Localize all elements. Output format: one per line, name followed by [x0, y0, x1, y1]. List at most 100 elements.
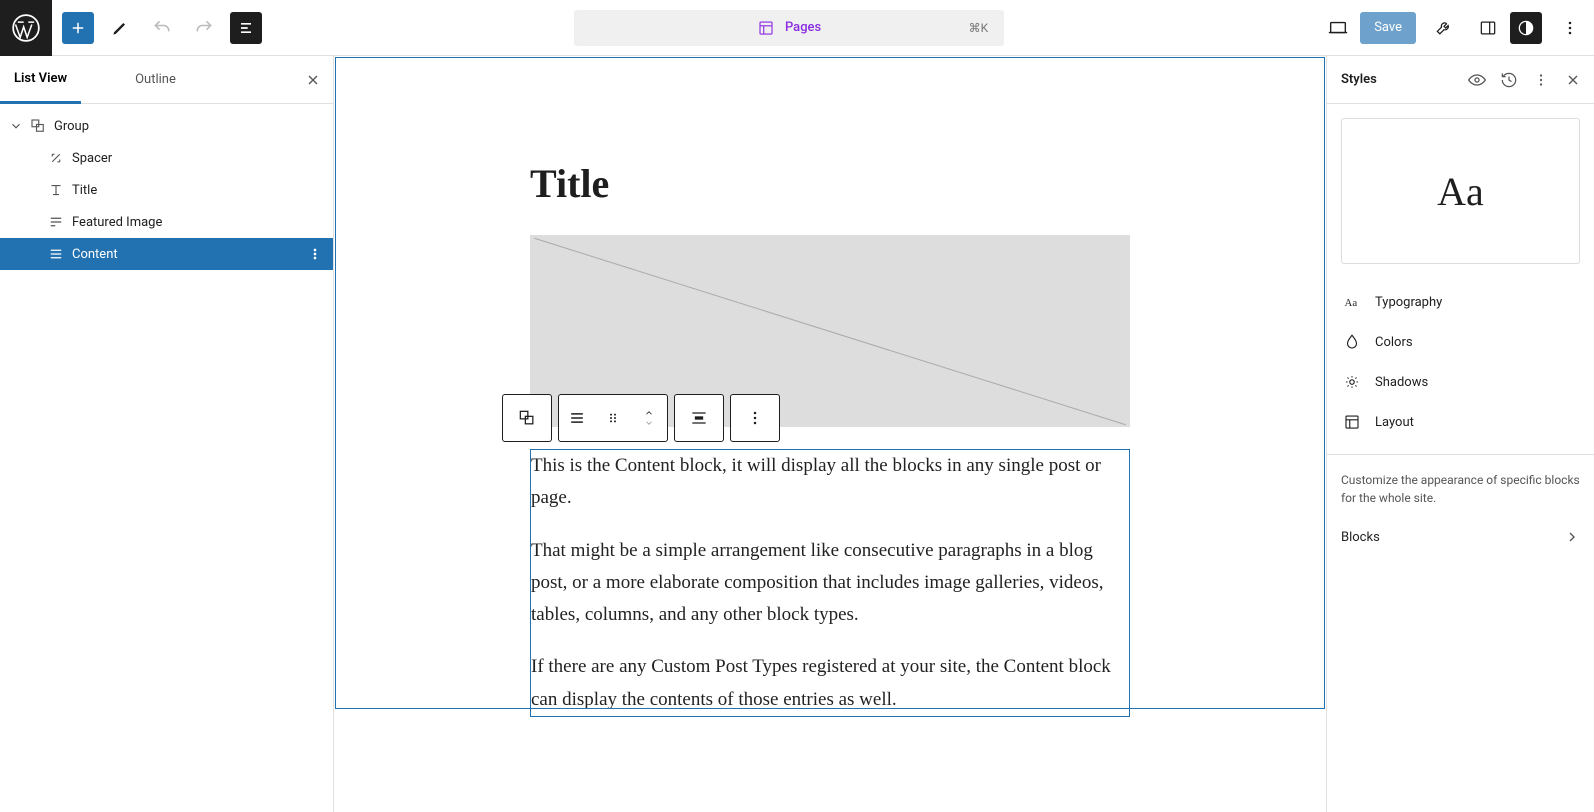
styles-title: Styles [1341, 72, 1377, 87]
content-paragraph: That might be a simple arrangement like … [531, 535, 1129, 632]
blocks-description: Customize the appearance of specific blo… [1327, 455, 1594, 515]
svg-text:Aa: Aa [1345, 297, 1358, 309]
top-toolbar: Pages ⌘K Save [0, 0, 1594, 56]
close-styles-button[interactable] [1560, 67, 1586, 93]
tree-item-title[interactable]: Title [0, 174, 333, 206]
align-icon [689, 408, 709, 428]
tree-item-group[interactable]: Group [0, 110, 333, 142]
featured-image-icon [44, 213, 68, 231]
tree-item-spacer[interactable]: Spacer [0, 142, 333, 174]
style-item-layout[interactable]: Layout [1327, 402, 1594, 442]
style-item-shadows[interactable]: Shadows [1327, 362, 1594, 402]
settings-sidebar-button[interactable] [1472, 12, 1504, 44]
close-overview-button[interactable] [301, 68, 325, 92]
options-button[interactable] [1554, 12, 1586, 44]
command-center-shortcut: ⌘K [969, 21, 989, 35]
chevron-up-icon [642, 408, 656, 418]
block-tree: Group Spacer Title Featured Image Conten [0, 104, 333, 270]
style-item-colors[interactable]: Colors [1327, 322, 1594, 362]
shadows-icon [1341, 373, 1363, 391]
content-paragraph: This is the Content block, it will displ… [531, 450, 1129, 515]
block-options-button[interactable] [731, 395, 779, 441]
save-button-label: Save [1374, 20, 1402, 35]
more-vertical-icon [1532, 71, 1550, 89]
tree-label: Group [54, 119, 89, 134]
document: Title This is the Content block, it will… [530, 56, 1130, 717]
colors-icon [1341, 333, 1363, 351]
overview-tabs: List View Outline [0, 56, 333, 104]
tree-label: Title [72, 183, 97, 198]
spacer-icon [44, 149, 68, 167]
tree-item-options[interactable] [307, 246, 323, 262]
align-button[interactable] [675, 395, 723, 441]
styles-header: Styles [1327, 56, 1594, 104]
command-center-label: Pages [785, 20, 821, 35]
blocks-nav-item[interactable]: Blocks [1327, 515, 1594, 559]
pencil-icon [110, 18, 130, 38]
drag-icon [605, 410, 621, 426]
revisions-button[interactable] [1496, 67, 1522, 93]
styles-sidebar-button[interactable] [1510, 12, 1542, 44]
post-title[interactable]: Title [530, 160, 1130, 207]
view-button[interactable] [1322, 12, 1354, 44]
styles-options-button[interactable] [1528, 67, 1554, 93]
chevron-down-icon [642, 418, 656, 428]
block-toolbar [502, 394, 780, 442]
undo-icon [152, 18, 172, 38]
style-preview[interactable]: Aa [1341, 118, 1580, 264]
editor-canvas[interactable]: Title This is the Content block, it will… [334, 56, 1326, 812]
style-item-typography[interactable]: Aa Typography [1327, 282, 1594, 322]
plus-icon [69, 19, 87, 37]
close-icon [305, 72, 321, 88]
content-icon [567, 408, 587, 428]
eye-icon [1467, 70, 1487, 90]
style-item-label: Layout [1375, 415, 1414, 430]
preview-text: Aa [1437, 168, 1484, 215]
move-buttons[interactable] [631, 395, 667, 441]
contrast-icon [1516, 18, 1536, 38]
desktop-icon [1327, 17, 1349, 39]
tree-caret[interactable] [6, 119, 26, 133]
chevron-down-icon [9, 119, 23, 133]
tree-label: Featured Image [72, 215, 162, 230]
group-icon [26, 117, 50, 135]
chevron-right-icon [1564, 529, 1580, 545]
content-paragraph: If there are any Custom Post Types regis… [531, 651, 1129, 716]
tree-item-content[interactable]: Content [0, 238, 333, 270]
wordpress-logo-button[interactable] [0, 0, 52, 56]
history-icon [1499, 70, 1519, 90]
tree-item-featured-image[interactable]: Featured Image [0, 206, 333, 238]
tab-list-view[interactable]: List View [0, 56, 81, 104]
title-icon [44, 181, 68, 199]
redo-button[interactable] [188, 12, 220, 44]
content-block[interactable]: This is the Content block, it will displ… [530, 449, 1130, 717]
blocks-label: Blocks [1341, 530, 1380, 545]
tools-button[interactable] [1428, 12, 1460, 44]
drag-handle[interactable] [595, 395, 631, 441]
style-categories: Aa Typography Colors Shadows Layout [1327, 278, 1594, 446]
document-overview-button[interactable] [230, 12, 262, 44]
style-item-label: Typography [1375, 295, 1442, 310]
document-overview-panel: List View Outline Group Spacer Title [0, 56, 334, 812]
toolbar-right: Save [1316, 12, 1594, 44]
style-book-button[interactable] [1464, 67, 1490, 93]
layout-icon [757, 19, 775, 37]
wordpress-icon [12, 14, 40, 42]
command-center-button[interactable]: Pages ⌘K [574, 10, 1004, 46]
save-button[interactable]: Save [1360, 12, 1416, 44]
redo-icon [194, 18, 214, 38]
edit-tool-button[interactable] [104, 12, 136, 44]
group-icon [517, 408, 537, 428]
tree-label: Content [72, 247, 118, 262]
tab-outline[interactable]: Outline [121, 56, 190, 104]
more-vertical-icon [307, 246, 323, 262]
wrench-icon [1434, 18, 1454, 38]
style-item-label: Shadows [1375, 375, 1428, 390]
more-vertical-icon [1560, 18, 1580, 38]
style-item-label: Colors [1375, 335, 1413, 350]
undo-button[interactable] [146, 12, 178, 44]
block-type-button[interactable] [559, 395, 595, 441]
add-block-button[interactable] [62, 12, 94, 44]
list-icon [236, 18, 256, 38]
parent-block-button[interactable] [503, 395, 551, 441]
